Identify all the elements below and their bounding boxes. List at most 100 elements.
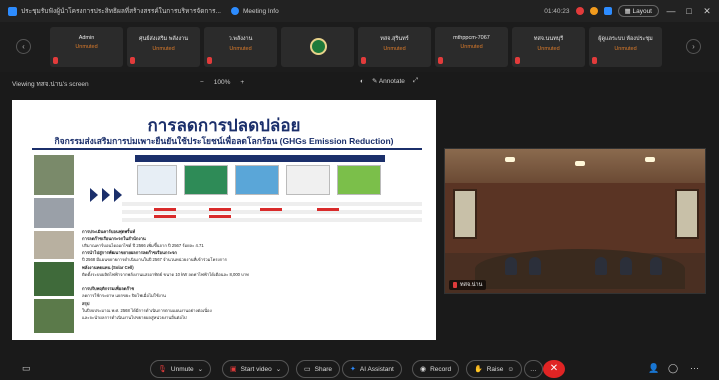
muted-mic-icon [453, 282, 457, 288]
unmute-label: Unmute [170, 365, 194, 373]
participant-tile[interactable]: ทสจ.สุรินทร์ Unmuted [358, 27, 431, 67]
start-video-label: Start video [240, 365, 272, 373]
ceiling-light [505, 157, 515, 162]
participant-tile[interactable]: ผู้ดูแลระบบ ห้องประชุม Unmuted [589, 27, 662, 67]
recycle-image [337, 165, 381, 195]
share-button[interactable]: ▭ Share [296, 360, 340, 378]
table-highlight [154, 208, 176, 211]
slide-text: และจะนำผลการดำเนินงานไปขยายผลสู่หน่วยงาน… [82, 315, 187, 320]
chevron-down-icon[interactable]: ⌄ [276, 365, 281, 373]
zoom-out-button[interactable]: − [200, 79, 204, 86]
raise-hand-icon: ✋ [474, 366, 483, 373]
participant-video[interactable]: ทสจ.น่าน [444, 148, 706, 294]
video-window [453, 189, 477, 239]
raise-button[interactable]: ✋ Raise ☺ [466, 360, 522, 378]
info-shield-icon [230, 7, 239, 15]
meeting-info-label: Meeting Info [242, 7, 279, 15]
chat-icon[interactable]: ◯ [668, 363, 678, 374]
attendee [505, 257, 517, 275]
video-off-icon: ▣ [230, 366, 237, 373]
participant-status: Unmuted [614, 46, 637, 52]
record-button[interactable]: ◉ Record [412, 360, 460, 378]
slide-photo [34, 155, 74, 195]
slide-text: การปรับพฤติกรรมเพื่อลดก๊าซ [82, 286, 135, 291]
fullscreen-icon[interactable]: ⤢ [413, 77, 418, 85]
ai-assistant-button[interactable]: ✦ AI Assistant [342, 360, 402, 378]
waste-bins-image [137, 165, 177, 195]
layout-button[interactable]: ▦ Layout [617, 5, 659, 17]
zoom-in-button[interactable]: + [240, 79, 244, 86]
attendee [620, 257, 632, 275]
view-options-icon[interactable]: ◐ [360, 78, 364, 85]
slide-photo [34, 262, 74, 296]
strip-next-button[interactable]: › [686, 39, 701, 54]
leave-button[interactable]: ✕ [543, 360, 565, 378]
meeting-title: ประชุมรับฟังผู้นำโครงการประสิทธิผลที่สร้… [21, 8, 221, 15]
muted-mic-icon [592, 57, 597, 64]
ceiling-light [575, 161, 585, 166]
participant-status: Unmuted [152, 46, 175, 52]
table-highlight [260, 208, 282, 211]
meeting-info-button[interactable]: Meeting Info [230, 7, 279, 15]
reactions-icon[interactable]: ☺ [507, 366, 514, 373]
slide-text: ติดตั้งระบบผลิตไฟฟ้าจากพลังงานแสงอาทิตย์… [82, 272, 249, 277]
participant-name: ว.พลังงาน [228, 36, 253, 42]
annotate-button[interactable]: ✎ Annotate [372, 77, 405, 85]
mic-off-icon: 🎙 [158, 366, 167, 373]
participant-status: Unmuted [383, 46, 406, 52]
share-label: Share [314, 365, 332, 373]
attendee [650, 257, 662, 275]
participant-name: ผู้ดูแลระบบ ห้องประชุม [598, 36, 653, 42]
raise-label: Raise [486, 365, 504, 373]
minimize-button[interactable]: — [665, 6, 677, 16]
participant-name: ทสจ.สุรินทร์ [380, 36, 409, 42]
slide-subtitle: กิจกรรมส่งเสริมการบ่มเพาะยืนยันใช้ประโยช… [54, 136, 394, 146]
slide-text: ปี 2568 มีแผนขยายการดำเนินงานในปี 2567 จ… [82, 257, 227, 262]
muted-mic-icon [53, 57, 58, 64]
participant-tile[interactable] [281, 27, 354, 67]
slide-text: การนำไปสู่การพัฒนาขยายผลการลดก๊าซเรือนกร… [82, 250, 177, 255]
participant-name: Admin [78, 35, 95, 41]
start-video-button[interactable]: ▣ Start video ⌄ [222, 360, 290, 378]
viewing-label: Viewing ทสจ.น่าน's screen [12, 81, 89, 88]
participant-tile[interactable]: Admin Unmuted [50, 27, 123, 67]
unmute-button[interactable]: 🎙 Unmute ⌄ [150, 360, 212, 378]
video-name-tag: ทสจ.น่าน [449, 280, 487, 290]
arrow-icon [102, 188, 110, 202]
notification-icon[interactable] [589, 7, 598, 15]
close-button[interactable]: ✕ [701, 6, 713, 17]
ai-assistant-icon: ✦ [350, 366, 356, 373]
participant-status: Unmuted [537, 46, 560, 52]
video-window [675, 189, 699, 239]
annotate-label: Annotate [378, 78, 405, 85]
chevron-down-icon[interactable]: ⌄ [198, 365, 203, 373]
participant-tile[interactable]: ศุนย์ส่งเสริม พลังงาน Unmuted [127, 27, 200, 67]
solar-panel-image [235, 165, 279, 195]
participants-icon[interactable]: 👤 [648, 363, 659, 374]
maximize-button[interactable]: □ [683, 6, 695, 16]
participant-tile[interactable]: mthppcm-7067 Unmuted [435, 27, 508, 67]
title-bar: ประชุมรับฟังผู้นำโครงการประสิทธิผลที่สร้… [0, 0, 719, 22]
strip-prev-button[interactable]: ‹ [16, 39, 31, 54]
zoom-level: 100% [213, 79, 231, 86]
participant-tile[interactable]: ว.พลังงาน Unmuted [204, 27, 277, 67]
attendee [529, 257, 541, 275]
muted-mic-icon [207, 57, 212, 64]
participant-status: Unmuted [75, 44, 98, 50]
recording-icon[interactable] [575, 7, 584, 15]
participant-status: Unmuted [229, 46, 252, 52]
more-options-icon[interactable]: ⋯ [690, 363, 699, 374]
slide-photo [34, 198, 74, 228]
slide-text: พลังงานทดแทน (Solar Cell) [82, 265, 134, 270]
chat-bubble-icon[interactable]: ▭ [22, 363, 31, 374]
slide-text: การประเมินคาร์บอนฟุตพริ้นท์ [82, 229, 136, 234]
slide-photo [34, 299, 74, 333]
meeting-timer: 01:40:23 [544, 7, 570, 15]
app-logo-icon [8, 6, 17, 16]
participant-tile[interactable]: ทสจ.นนทบุรี Unmuted [512, 27, 585, 67]
layout-label: Layout [632, 8, 652, 15]
video-ceiling [445, 149, 705, 183]
table-highlight [154, 215, 176, 218]
apps-icon[interactable] [603, 7, 612, 15]
more-button[interactable]: … [524, 360, 543, 378]
